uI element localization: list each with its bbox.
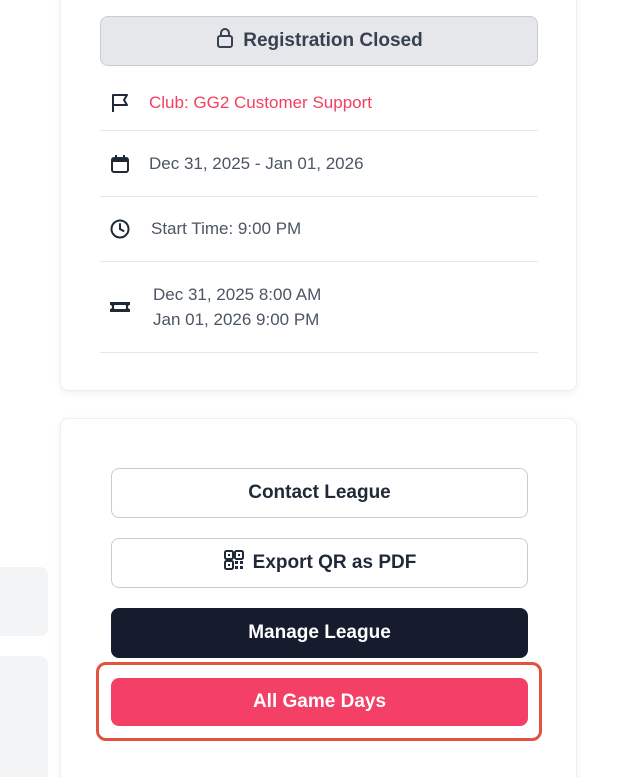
lock-icon: [215, 27, 235, 55]
league-dates: Dec 31, 2025 - Jan 01, 2026: [149, 153, 364, 173]
manage-league-label: Manage League: [248, 622, 391, 643]
export-qr-pdf-button[interactable]: Export QR as PDF: [111, 538, 528, 588]
registration-window-row: Dec 31, 2025 8:00 AM Jan 01, 2026 9:00 P…: [100, 262, 538, 353]
contact-league-label: Contact League: [248, 482, 391, 503]
all-game-days-label: All Game Days: [252, 691, 387, 712]
registration-status-label: Registration Closed: [243, 30, 423, 51]
ticket-icon: [108, 295, 132, 319]
registration-close-date: Jan 01, 2026 9:00 PM: [153, 310, 320, 329]
club-row: Club: GG2 Customer Support: [100, 75, 538, 131]
side-panel-block: [0, 656, 48, 777]
manage-league-button[interactable]: Manage League: [111, 608, 528, 658]
clock-icon: [108, 217, 132, 241]
dates-row: Dec 31, 2025 - Jan 01, 2026: [100, 131, 538, 197]
league-info-card: Registration Closed Club: GG2 Customer S…: [60, 0, 577, 391]
calendar-icon: [108, 152, 132, 176]
club-link[interactable]: Club: GG2 Customer Support: [149, 93, 372, 113]
start-time-row: Start Time: 9:00 PM: [100, 197, 538, 262]
contact-league-button[interactable]: Contact League: [111, 468, 528, 518]
league-actions-card: Contact League Export QR as PDF Manage L…: [60, 418, 577, 777]
export-qr-label: Export QR as PDF: [252, 552, 417, 573]
registration-closed-button[interactable]: Registration Closed: [100, 16, 538, 66]
qr-code-icon: [223, 549, 245, 577]
registration-open-date: Dec 31, 2025 8:00 AM: [153, 285, 322, 304]
side-panel-block: [0, 567, 48, 636]
all-game-days-button[interactable]: All Game Days: [111, 678, 528, 726]
start-time: Start Time: 9:00 PM: [151, 219, 302, 238]
flag-icon: [108, 91, 132, 115]
